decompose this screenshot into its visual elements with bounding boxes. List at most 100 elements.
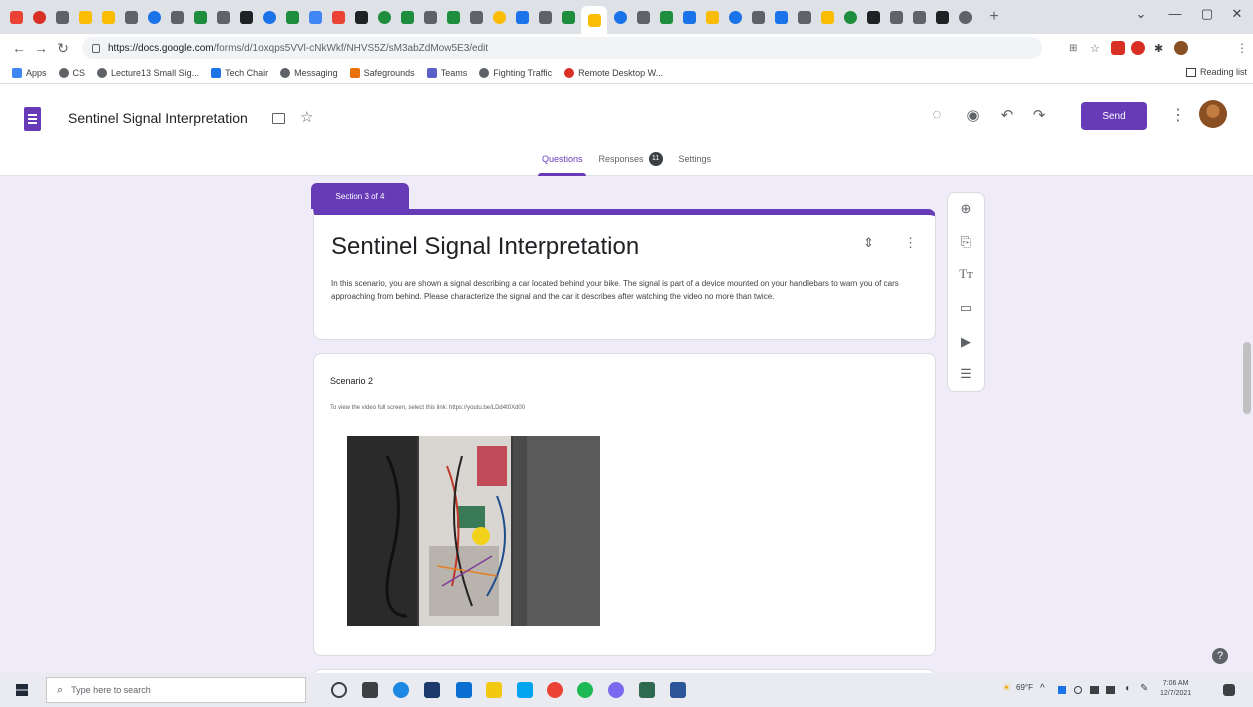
cortana-icon[interactable] (331, 682, 347, 698)
mail-icon[interactable] (456, 682, 472, 698)
collapse-tabs-icon[interactable]: ⌄ (1126, 6, 1156, 22)
onedrive-icon[interactable] (1058, 686, 1066, 694)
browser-tab[interactable] (725, 6, 745, 28)
move-to-folder-icon[interactable] (272, 113, 285, 124)
add-video-icon[interactable]: ▶ (948, 334, 984, 350)
volume-icon[interactable]: ◖ (1124, 683, 1130, 694)
preview-eye-icon[interactable]: ◉ (963, 106, 983, 124)
forward-arrow-icon[interactable]: → (30, 40, 52, 56)
browser-tab[interactable] (610, 6, 630, 28)
photos-icon[interactable] (517, 682, 533, 698)
taskbar-search-box[interactable]: ⌕ Type here to search (46, 677, 306, 703)
section-more-icon[interactable]: ⋮ (904, 235, 917, 251)
browser-tab[interactable] (932, 6, 952, 28)
avatar[interactable] (1199, 100, 1227, 128)
browser-tab[interactable] (512, 6, 532, 28)
browser-tab[interactable] (282, 6, 302, 28)
bookmark-teams[interactable]: Teams (426, 67, 467, 78)
network-icon[interactable] (1106, 686, 1115, 694)
notifications-icon[interactable] (1223, 684, 1235, 696)
task-view-icon[interactable] (362, 682, 378, 698)
extension-red-icon[interactable] (1111, 41, 1125, 55)
bookmark-messaging[interactable]: Messaging (280, 67, 338, 78)
browser-tab[interactable] (840, 6, 860, 28)
screen-share-icon[interactable]: ⊞ (1069, 43, 1077, 54)
reading-list-button[interactable]: Reading list (1185, 67, 1247, 77)
video-question-card[interactable]: Scenario 2 To view the video full screen… (313, 353, 936, 656)
weather-temperature[interactable]: 69°F (1016, 683, 1033, 692)
browser-tab[interactable] (397, 6, 417, 28)
send-button[interactable]: Send (1081, 102, 1147, 130)
browser-tab[interactable] (305, 6, 325, 28)
spotify-icon[interactable] (577, 682, 593, 698)
file-explorer-icon[interactable] (486, 682, 502, 698)
section-title[interactable]: Sentinel Signal Interpretation (331, 233, 639, 261)
browser-tab[interactable] (374, 6, 394, 28)
bookmark-apps[interactable]: Apps (12, 67, 47, 78)
browser-tab[interactable] (771, 6, 791, 28)
browser-tab[interactable] (259, 6, 279, 28)
browser-tab[interactable] (236, 6, 256, 28)
tab-settings[interactable]: Settings (671, 148, 720, 176)
question-title[interactable]: Scenario 2 (330, 376, 373, 386)
help-icon[interactable]: ? (1212, 648, 1228, 664)
customize-theme-icon[interactable]: ◌ (927, 106, 947, 123)
add-title-icon[interactable]: Tт (948, 266, 984, 282)
new-tab-plus-icon[interactable]: + (984, 7, 1004, 27)
browser-tab[interactable] (98, 6, 118, 28)
reload-icon[interactable]: ↻ (52, 40, 74, 57)
add-image-icon[interactable]: ▭ (948, 300, 984, 316)
browser-tab[interactable] (633, 6, 653, 28)
browser-tab[interactable] (167, 6, 187, 28)
extension-chrome-icon[interactable] (1131, 41, 1145, 55)
browser-tab[interactable] (351, 6, 371, 28)
tab-questions[interactable]: Questions (534, 148, 591, 176)
add-section-icon[interactable]: ☰ (948, 366, 984, 382)
back-arrow-icon[interactable]: ← (8, 40, 30, 56)
browser-tab[interactable] (29, 6, 49, 28)
section-description[interactable]: In this scenario, you are shown a signal… (331, 277, 911, 303)
bookmark-remote-desktop[interactable]: Remote Desktop W... (564, 67, 663, 78)
scrollbar-thumb[interactable] (1243, 342, 1251, 414)
store-icon[interactable] (424, 682, 440, 698)
chrome-icon[interactable] (547, 682, 563, 698)
browser-tab[interactable] (121, 6, 141, 28)
browser-tab[interactable] (817, 6, 837, 28)
browser-tab[interactable] (190, 6, 210, 28)
bookmark-star-icon[interactable]: ☆ (1090, 42, 1100, 55)
bookmark-tech-chair[interactable]: Tech Chair (211, 67, 268, 78)
browser-menu-icon[interactable]: ⋮ (1236, 41, 1248, 55)
word-icon[interactable] (670, 682, 686, 698)
browser-tab[interactable] (213, 6, 233, 28)
bookmark-fighting-traffic[interactable]: Fighting Traffic (479, 67, 552, 78)
browser-tab[interactable] (466, 6, 486, 28)
tab-responses[interactable]: Responses 11 (590, 148, 670, 176)
browser-tab[interactable] (52, 6, 72, 28)
browser-tab[interactable] (886, 6, 906, 28)
bookmark-safegrounds[interactable]: Safegrounds (349, 67, 415, 78)
weather-icon[interactable]: ☀ (1002, 683, 1011, 694)
battery-icon[interactable] (1090, 686, 1099, 694)
minimize-button[interactable]: — (1160, 6, 1190, 21)
collapse-section-icon[interactable]: ⇕ (863, 235, 874, 251)
tray-app-icon[interactable] (1074, 686, 1082, 694)
bookmark-cs[interactable]: CS (58, 67, 85, 78)
browser-tab[interactable] (535, 6, 555, 28)
browser-tab[interactable] (955, 6, 975, 28)
video-thumbnail[interactable] (347, 436, 600, 626)
browser-tab[interactable] (489, 6, 509, 28)
browser-tab[interactable] (328, 6, 348, 28)
windows-start-icon[interactable] (16, 684, 28, 696)
page-scrollbar[interactable] (1241, 176, 1253, 673)
forms-logo-icon[interactable] (24, 107, 41, 131)
edge-icon[interactable] (393, 682, 409, 698)
browser-tab[interactable] (748, 6, 768, 28)
browser-tab[interactable] (144, 6, 164, 28)
tray-expand-icon[interactable]: ^ (1040, 683, 1045, 694)
browser-tab[interactable] (75, 6, 95, 28)
address-bar[interactable]: https://docs.google.com/forms/d/1oxqps5V… (82, 37, 1042, 59)
browser-tab[interactable] (909, 6, 929, 28)
question-description-link[interactable]: To view the video full screen, select th… (330, 405, 525, 411)
close-window-button[interactable]: ✕ (1222, 6, 1252, 22)
browser-tab[interactable] (679, 6, 699, 28)
